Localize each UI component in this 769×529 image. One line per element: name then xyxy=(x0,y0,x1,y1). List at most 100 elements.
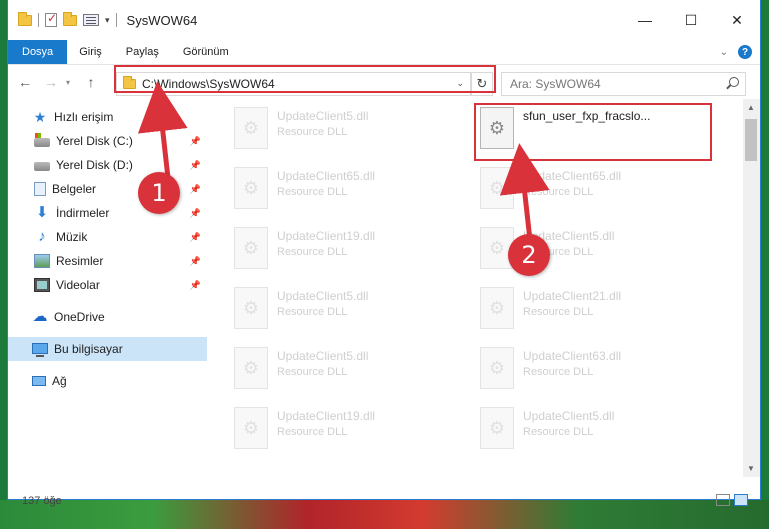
pin-icon: 📌 xyxy=(189,159,201,170)
nav-label: Videolar xyxy=(56,278,100,292)
file-type: Resource DLL xyxy=(523,426,594,438)
file-name: UpdateClient19.dll xyxy=(277,229,376,243)
large-icons-view-icon[interactable] xyxy=(734,494,748,506)
nav-label: Yerel Disk (C:) xyxy=(56,134,133,148)
file-name: UpdateClient5.dll xyxy=(277,289,369,303)
dll-file-icon: ⚙ xyxy=(234,347,268,389)
file-item[interactable]: ⚙ UpdateClient5.dll Resource DLL xyxy=(234,285,464,341)
folder-icon xyxy=(18,11,32,26)
file-name: UpdateClient5.dll xyxy=(277,349,369,363)
nav-label: Belgeler xyxy=(52,182,97,196)
file-item[interactable]: ⚙ UpdateClient19.dll Resource DLL xyxy=(234,225,464,281)
main-content: ★ Hızlı erişim Yerel Disk (C:) 📌 Yerel D… xyxy=(8,99,760,477)
nav-label: Müzik xyxy=(56,230,88,244)
step-1-badge: 1 xyxy=(138,172,180,214)
file-item[interactable]: ⚙ UpdateClient19.dll Resource DLL xyxy=(234,405,464,461)
item-count: 137 öğe xyxy=(22,495,62,507)
maximize-button[interactable]: ☐ xyxy=(668,0,714,40)
dll-file-icon: ⚙ xyxy=(234,227,268,269)
pictures-icon xyxy=(34,254,50,268)
dll-file-icon: ⚙ xyxy=(234,407,268,449)
file-name: UpdateClient5.dll xyxy=(277,109,369,123)
file-name: UpdateClient19.dll xyxy=(277,409,376,423)
expand-ribbon-chevron-icon[interactable]: ⌄ xyxy=(720,47,728,58)
file-type: Resource DLL xyxy=(277,126,348,138)
computer-icon xyxy=(32,343,48,357)
file-type: Resource DLL xyxy=(523,366,594,378)
close-button[interactable]: ✕ xyxy=(714,0,760,40)
customize-qat-chevron-icon[interactable]: ▾ xyxy=(105,15,110,26)
search-icon xyxy=(729,77,739,87)
file-type: Resource DLL xyxy=(277,366,348,378)
nav-pictures[interactable]: Resimler 📌 xyxy=(8,249,207,273)
help-icon[interactable]: ? xyxy=(738,45,752,59)
tab-share[interactable]: Paylaş xyxy=(114,40,171,64)
file-item[interactable]: ⚙ UpdateClient65.dll Resource DLL xyxy=(480,165,710,221)
file-item[interactable]: ⚙ UpdateClient5.dll Resource DLL xyxy=(234,345,464,401)
details-view-icon[interactable] xyxy=(716,494,730,506)
recent-locations-chevron-icon[interactable]: ▾ xyxy=(66,78,76,87)
tab-view[interactable]: Görünüm xyxy=(171,40,241,64)
window-title: SysWOW64 xyxy=(126,12,198,28)
nav-network[interactable]: Ağ xyxy=(8,369,207,393)
scroll-down-arrow-icon[interactable]: ▼ xyxy=(747,464,755,473)
dll-file-icon: ⚙ xyxy=(480,347,514,389)
pin-icon: 📌 xyxy=(189,207,201,218)
search-input[interactable]: Ara: SysWOW64 xyxy=(501,72,746,96)
tab-home[interactable]: Giriş xyxy=(67,40,114,64)
file-item[interactable]: ⚙ UpdateClient21.dll Resource DLL xyxy=(480,285,710,341)
nav-label: Hızlı erişim xyxy=(54,110,114,124)
properties-check-icon[interactable] xyxy=(45,11,57,27)
ribbon-tabs: Dosya Giriş Paylaş Görünüm ⌄ ? xyxy=(8,40,760,65)
up-arrow-icon[interactable]: ↑ xyxy=(80,71,102,93)
nav-quick-access[interactable]: ★ Hızlı erişim xyxy=(8,105,207,129)
star-icon: ★ xyxy=(33,109,47,125)
scroll-thumb[interactable] xyxy=(745,119,757,161)
music-icon: ♪ xyxy=(38,228,46,245)
dll-file-icon: ⚙ xyxy=(480,407,514,449)
back-arrow-icon[interactable]: ← xyxy=(14,71,36,93)
tab-file[interactable]: Dosya xyxy=(8,40,68,64)
nav-label: Yerel Disk (D:) xyxy=(56,158,133,172)
file-item[interactable]: ⚙ UpdateClient5.dll Resource DLL xyxy=(234,105,464,161)
dll-file-icon: ⚙ xyxy=(480,287,514,329)
file-type: Resource DLL xyxy=(277,186,348,198)
nav-local-disk-c[interactable]: Yerel Disk (C:) 📌 xyxy=(8,129,207,153)
dll-file-icon: ⚙ xyxy=(480,167,514,209)
vertical-scrollbar[interactable]: ▲ ▼ xyxy=(743,99,760,477)
file-item[interactable]: ⚙ UpdateClient5.dll Resource DLL xyxy=(480,405,710,461)
view-properties-icon[interactable] xyxy=(83,14,99,26)
network-icon xyxy=(32,376,46,386)
nav-videos[interactable]: Videolar 📌 xyxy=(8,273,207,297)
file-item[interactable]: ⚙ UpdateClient63.dll Resource DLL xyxy=(480,345,710,401)
dll-file-icon: ⚙ xyxy=(234,287,268,329)
file-list: ⚙ UpdateClient5.dll Resource DLL ⚙ Update… xyxy=(208,99,760,477)
nav-onedrive[interactable]: ☁ OneDrive xyxy=(8,305,207,329)
nav-music[interactable]: ♪ Müzik 📌 xyxy=(8,225,207,249)
nav-local-disk-d[interactable]: Yerel Disk (D:) 📌 xyxy=(8,153,207,177)
minimize-button[interactable]: — xyxy=(622,0,668,40)
file-name: UpdateClient65.dll xyxy=(277,169,376,183)
file-name: UpdateClient21.dll xyxy=(523,289,622,303)
cloud-icon: ☁ xyxy=(32,308,48,325)
file-type: Resource DLL xyxy=(277,306,348,318)
nav-this-pc[interactable]: Bu bilgisayar xyxy=(8,337,207,361)
step-2-badge: 2 xyxy=(508,234,550,276)
documents-icon xyxy=(34,182,46,196)
nav-downloads[interactable]: ⬇ İndirmeler 📌 xyxy=(8,201,207,225)
file-item[interactable]: ⚙ UpdateClient65.dll Resource DLL xyxy=(234,165,464,221)
new-folder-icon[interactable] xyxy=(63,11,77,26)
view-switcher xyxy=(716,494,748,506)
file-name: UpdateClient65.dll xyxy=(523,169,622,183)
scroll-up-arrow-icon[interactable]: ▲ xyxy=(747,103,755,112)
forward-arrow-icon[interactable]: → xyxy=(40,71,62,93)
videos-icon xyxy=(34,278,50,292)
pin-icon: 📌 xyxy=(189,255,201,266)
disk-c-icon xyxy=(34,133,50,147)
file-type: Resource DLL xyxy=(277,426,348,438)
ribbon-right: ⌄ ? xyxy=(720,40,760,64)
divider xyxy=(115,13,117,27)
